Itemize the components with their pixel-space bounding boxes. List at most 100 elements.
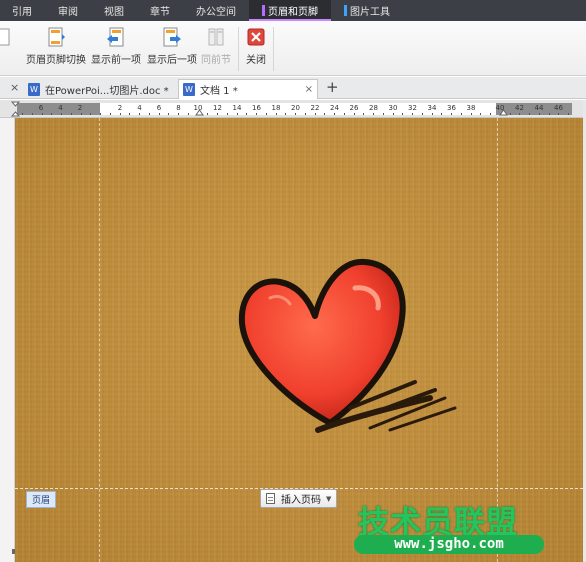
ruler-minor-tick: [460, 113, 462, 115]
ruler-minor-tick: [421, 113, 423, 115]
ruler-tick-label: 44: [534, 104, 544, 112]
show-previous-icon: [105, 26, 127, 48]
ruler-minor-tick: [490, 113, 491, 115]
ruler-minor-tick: [139, 113, 140, 115]
ruler-minor-tick: [265, 113, 267, 115]
header-footer-switch-button[interactable]: 页眉页脚切换: [26, 26, 86, 66]
same-as-previous-button[interactable]: 同前节: [201, 26, 231, 66]
header-footer-switch-icon: [45, 26, 67, 48]
ruler-minor-tick: [129, 113, 131, 115]
ruler-minor-tick: [402, 113, 404, 115]
menu-item-picture-tools[interactable]: 图片工具: [331, 0, 403, 21]
ribbon-toolbar: 页眉页脚切换 显示前一项 显示后一项 同前节 关闭: [0, 21, 586, 76]
ruler-tick-label: 2: [117, 104, 123, 112]
horizontal-ruler[interactable]: 6 4 2 2 4 6 8 10 12 14 16 18 20 22 24 26 28 30 32 34 36 38 40 4…: [0, 100, 586, 118]
ruler-tick-label: 28: [369, 104, 378, 112]
ruler-tick-label: 32: [408, 104, 417, 112]
toolbar-divider: [273, 27, 274, 71]
ruler-minor-tick: [109, 113, 111, 115]
ruler-minor-tick: [480, 113, 482, 115]
ruler-tick-label: 38: [466, 104, 476, 112]
ruler-minor-tick: [80, 113, 82, 115]
document-tab-active[interactable]: W 文档 1 * ×: [178, 79, 318, 99]
menu-item-review[interactable]: 审阅: [45, 0, 91, 21]
ruler-minor-tick: [246, 113, 248, 115]
header-footer-switch-label: 页眉页脚切换: [26, 55, 86, 66]
menu-bar: 引用 审阅 视图 章节 办公空间 页眉和页脚 图片工具: [0, 0, 586, 21]
same-as-previous-icon: [205, 26, 227, 48]
close-tab-icon[interactable]: ×: [10, 81, 19, 94]
word-doc-icon: W: [28, 82, 40, 96]
close-icon: [245, 26, 267, 48]
ruler-minor-tick: [519, 113, 521, 115]
ruler-minor-tick: [343, 113, 345, 115]
ruler-tick-label: 6: [38, 104, 44, 112]
page-number-icon: [266, 493, 275, 504]
ruler-minor-tick: [22, 113, 23, 115]
ruler-tick-label: 46: [554, 104, 563, 112]
ruler-minor-tick: [538, 113, 540, 115]
ruler-tick-label: 2: [77, 104, 83, 112]
ruler-minor-tick: [236, 113, 238, 115]
ruler-minor-tick: [392, 113, 394, 115]
ruler-minor-tick: [158, 113, 160, 115]
ruler-minor-tick: [334, 113, 335, 115]
watermark-url: www.jsgho.com: [354, 535, 544, 554]
show-next-button[interactable]: 显示后一项: [147, 26, 197, 66]
show-previous-label: 显示前一项: [91, 55, 141, 66]
show-previous-button[interactable]: 显示前一项: [91, 26, 141, 66]
close-icon[interactable]: ×: [305, 84, 313, 95]
ruler-minor-tick: [41, 113, 43, 115]
tab-accent-icon: [344, 5, 347, 16]
tab-stop-icon[interactable]: [195, 109, 204, 116]
margin-guide-right: [497, 118, 498, 562]
ruler-tick-label: 18: [271, 104, 281, 112]
watermark-logo: 技术员联盟 www.jsgho.com: [354, 497, 554, 557]
ruler-minor-tick: [568, 113, 569, 115]
ruler-tick-label: 6: [156, 104, 162, 112]
ruler-minor-tick: [119, 113, 121, 115]
ruler-minor-tick: [256, 113, 257, 115]
heart-image[interactable]: [230, 258, 470, 438]
close-header-footer-button[interactable]: 关闭: [245, 26, 267, 66]
indent-marker-icon[interactable]: [11, 101, 20, 117]
ruler-minor-tick: [548, 113, 550, 115]
ruler-minor-tick: [324, 113, 326, 115]
menu-item-office-space[interactable]: 办公空间: [183, 0, 249, 21]
document-tab-bar: × W 在PowerPoi...切图片.doc * × W 文档 1 * × +: [0, 77, 586, 99]
new-tab-button[interactable]: +: [326, 78, 339, 96]
right-indent-icon[interactable]: [499, 109, 508, 116]
word-doc-icon: W: [183, 83, 195, 96]
ruler-minor-tick: [148, 113, 150, 115]
ruler-minor-tick: [441, 113, 443, 115]
ruler-minor-tick: [217, 113, 218, 115]
menu-item-references[interactable]: 引用: [0, 0, 45, 21]
ruler-minor-tick: [412, 113, 413, 115]
menu-item-section[interactable]: 章节: [137, 0, 183, 21]
menu-item-view[interactable]: 视图: [91, 0, 137, 21]
chevron-down-icon: ▼: [326, 494, 332, 503]
ruler-tick-label: 42: [515, 104, 524, 112]
ruler-minor-tick: [558, 113, 560, 115]
ruler-minor-tick: [314, 113, 316, 115]
ruler-tick-label: 36: [447, 104, 456, 112]
clipped-ribbon-button[interactable]: [0, 26, 16, 48]
document-tab-label: 文档 1 *: [200, 86, 238, 97]
page-icon: [0, 26, 16, 48]
insert-page-number-button[interactable]: 插入页码 ▼: [260, 489, 338, 508]
ruler-tick-label: 16: [252, 104, 261, 112]
ruler-minor-tick: [70, 113, 72, 115]
menu-item-header-footer[interactable]: 页眉和页脚: [249, 0, 331, 21]
ruler-tick-label: 24: [330, 104, 339, 112]
ruler-tick-label: 22: [310, 104, 320, 112]
document-tab[interactable]: W 在PowerPoi...切图片.doc * ×: [24, 79, 189, 99]
ruler-tick-label: 34: [427, 104, 437, 112]
margin-guide-left: [99, 118, 100, 562]
ruler-minor-tick: [470, 113, 472, 115]
ruler-minor-tick: [187, 113, 189, 115]
ruler-minor-tick: [275, 113, 277, 115]
show-next-label: 显示后一项: [147, 55, 197, 66]
ruler-tick-label: 30: [388, 104, 398, 112]
document-page[interactable]: 页眉 插入页码 ▼: [15, 118, 583, 562]
ruler-minor-tick: [100, 113, 101, 115]
